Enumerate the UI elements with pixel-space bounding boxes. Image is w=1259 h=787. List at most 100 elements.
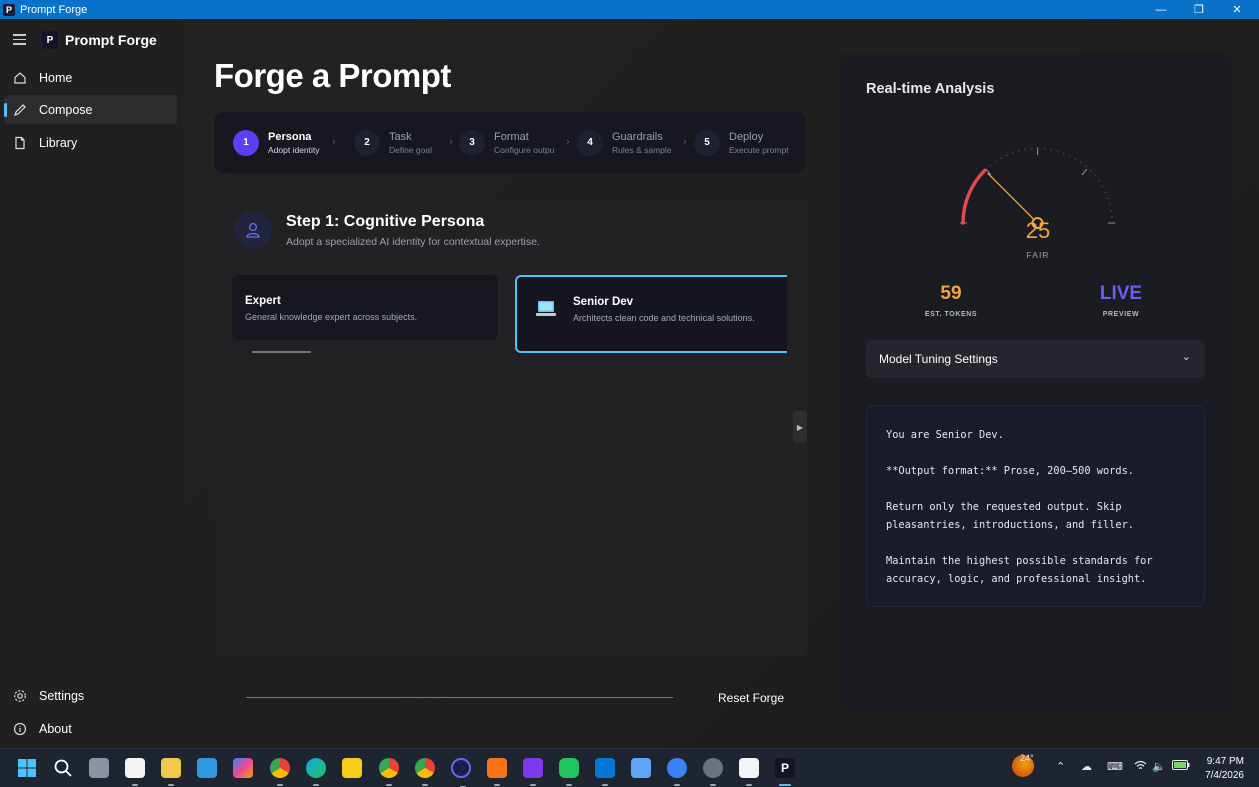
step-subtitle: Rules & sample [612,144,672,155]
close-button[interactable]: ✕ [1218,0,1256,19]
est-tokens-label: EST. TOKENS [924,311,978,318]
vscode-icon[interactable] [595,758,615,786]
brand-logo-icon: P [42,31,58,49]
sidebar-item-home[interactable]: Home [4,63,177,92]
wifi-icon[interactable] [1134,760,1147,774]
persona-card-senior-dev[interactable]: Senior Dev Architects clean code and tec… [515,275,787,353]
whatsapp-icon[interactable] [559,758,579,786]
step-format[interactable]: 3 Format Configure outpu [459,112,556,173]
persona-card-expert[interactable]: Expert General knowledge expert across s… [232,275,498,340]
search-icon[interactable] [53,758,73,778]
restore-button[interactable]: ❐ [1180,0,1218,19]
step-number: 5 [694,129,720,156]
title-bar: P Prompt Forge — ❐ ✕ [0,0,1259,19]
page-title: Forge a Prompt [214,57,451,94]
sidebar-item-about[interactable]: About [4,714,177,743]
sticky-notes-icon[interactable] [342,758,362,778]
file-explorer-icon[interactable] [161,758,181,786]
analysis-panel: Real-time Analysis 25 FAIR 59 EST. TOKEN… [840,53,1232,714]
step-deploy[interactable]: 5 Deploy Execute prompt [694,112,789,173]
gauge-fill-arc [961,168,987,225]
home-icon [13,71,27,85]
chevron-up-icon[interactable]: ⌃ [1056,760,1065,773]
card-title: Expert [245,295,281,307]
sidebar-item-compose[interactable]: Compose [4,95,177,124]
sidebar-item-settings[interactable]: Settings [4,681,177,710]
step-number: 2 [354,129,380,156]
step-guardrails[interactable]: 4 Guardrails Rules & sample [577,112,674,173]
est-tokens-value: 59 [940,283,962,304]
notepad-icon[interactable] [631,758,651,778]
chrome-profile-icon[interactable] [379,758,399,786]
chevron-right-icon: › [566,136,570,148]
step-title: Persona [268,130,312,143]
weather-temperature: 24° [1020,753,1034,763]
preview-line: **Output format:** Prose, 200–500 words. [886,465,1134,477]
card-description: General knowledge expert across subjects… [245,312,418,322]
panel-title: Step 1: Cognitive Persona [286,213,485,230]
sidebar-item-label: Home [39,70,73,85]
battery-icon[interactable] [1172,760,1190,773]
chevron-right-icon: › [332,136,336,148]
minimize-button[interactable]: — [1142,0,1180,19]
prompt-preview: You are Senior Dev. **Output format:** P… [866,405,1205,607]
sidebar: P Prompt Forge Home Compose Library Sett… [0,19,182,748]
stepper: 1 Persona Adopt identity › 2 Task Define… [214,112,806,173]
step-title: Guardrails [612,130,663,143]
brand: P Prompt Forge [42,31,157,49]
sidebar-item-label: Library [39,135,78,150]
prompt-forge-taskbar-icon[interactable]: P [775,758,795,786]
calculator-icon[interactable] [197,758,217,778]
claude-icon[interactable] [487,758,507,786]
live-preview-value: LIVE [1099,283,1143,304]
reset-forge-button[interactable]: Reset Forge [718,691,784,705]
chrome-icon[interactable] [270,758,290,786]
clock[interactable]: 9:47 PM 7/4/2026 [1205,755,1244,783]
step-subtitle: Configure outpu [494,144,555,155]
volume-icon[interactable]: 🔈 [1152,760,1166,773]
gauge-value: 25 [1025,218,1051,243]
taskbar: P 24° ⌃ ☁ ⌨ 🔈 9:47 PM 7/4/2026 [0,748,1259,787]
active-indicator [4,103,7,117]
preview-line: Maintain the highest possible standards … [886,555,1159,585]
sync-icon[interactable] [667,758,687,786]
scroll-right-button[interactable]: ▶ [793,411,807,443]
card-title: Senior Dev [573,296,634,308]
app-a-icon[interactable] [739,758,759,786]
person-icon [234,211,272,249]
cloud-icon[interactable]: ☁ [1081,760,1092,773]
gauge-label: FAIR [1026,250,1050,260]
gauge-needle [987,172,1038,224]
step-subtitle: Define goal [389,144,433,155]
step-number: 1 [233,129,259,156]
task-view-icon[interactable] [89,758,109,778]
step-number: 3 [459,129,485,156]
chevron-down-icon: ⌄ [1181,351,1191,363]
start-button[interactable] [17,758,37,778]
visual-studio-icon[interactable] [523,758,543,786]
pencil-icon [13,103,27,117]
info-icon [13,722,27,736]
settings-app-icon[interactable] [703,758,723,786]
model-tuning-dropdown[interactable]: Model Tuning Settings ⌄ [866,340,1205,378]
app-circle-icon[interactable] [451,758,471,787]
document-icon [13,136,27,150]
step-title: Deploy [729,130,764,143]
step-task[interactable]: 2 Task Define goal [354,112,432,173]
copilot-icon[interactable] [233,758,253,778]
store-icon[interactable] [125,758,145,786]
step-title: Format [494,130,529,143]
keyboard-icon[interactable]: ⌨ [1107,760,1123,773]
carousel-scroll-indicator[interactable] [252,351,311,353]
chrome-profile-2-icon[interactable] [415,758,435,786]
edge-icon[interactable] [306,758,326,786]
app-logo-icon: P [3,3,15,16]
dropdown-label: Model Tuning Settings [879,352,998,366]
sidebar-item-library[interactable]: Library [4,128,177,157]
hamburger-menu-icon[interactable] [13,34,26,45]
gear-icon [13,689,27,703]
step-subtitle: Adopt identity [268,144,320,155]
step-persona[interactable]: 1 Persona Adopt identity [233,112,320,173]
live-preview-label: PREVIEW [1102,311,1140,318]
clock-time: 9:47 PM [1206,756,1244,767]
